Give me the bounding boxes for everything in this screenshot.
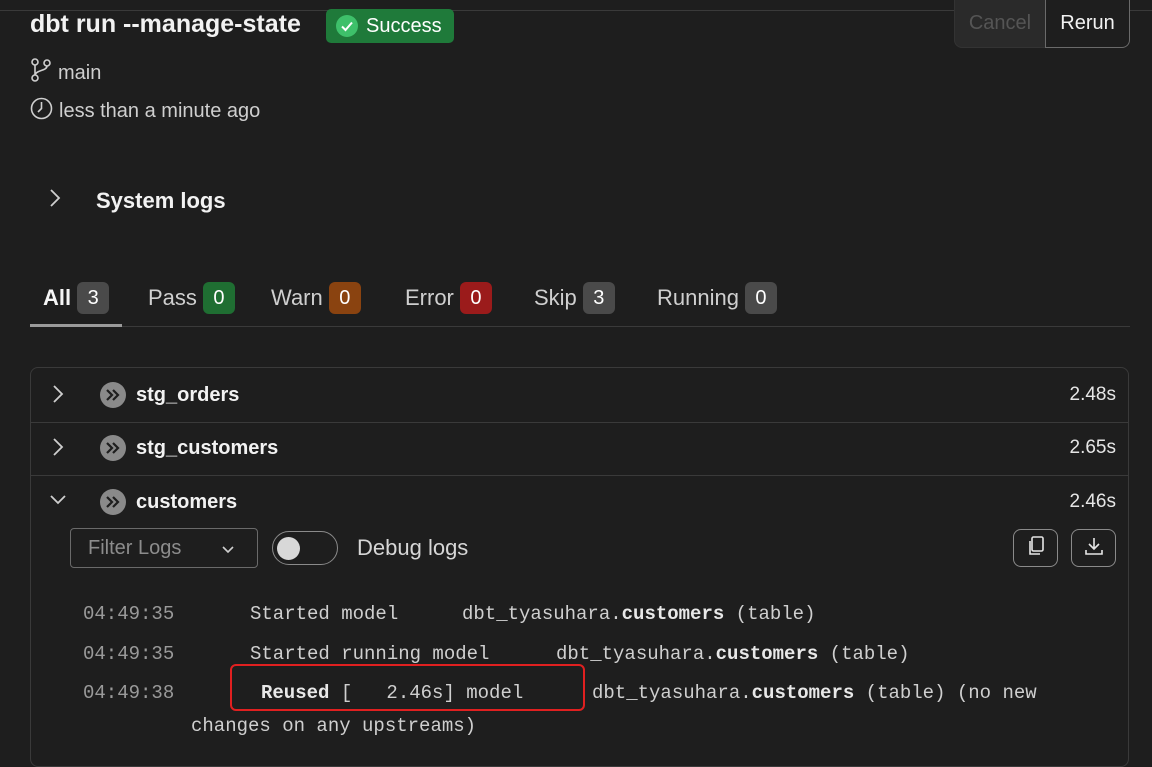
chevron-right-icon (48, 186, 62, 215)
download-icon (1083, 535, 1105, 562)
log-target-prefix: dbt_tyasuhara. (592, 682, 752, 704)
tab-count: 0 (328, 282, 361, 314)
skip-icon (100, 489, 126, 515)
filter-logs-select[interactable]: Filter Logs (70, 528, 258, 568)
copy-logs-button[interactable] (1013, 529, 1058, 567)
log-time: 04:49:35 (83, 603, 175, 625)
model-row-expanded[interactable]: customers 2.46s (31, 475, 1128, 529)
model-duration: 2.48s (1069, 384, 1116, 405)
status-label: Success (366, 14, 442, 37)
model-duration: 2.65s (1069, 437, 1116, 458)
log-time: 04:49:38 (83, 682, 175, 704)
time-info: less than a minute ago (30, 97, 260, 126)
log-continuation: changes on any upstreams) (191, 715, 477, 737)
model-row[interactable]: stg_customers 2.65s (31, 421, 1128, 476)
copy-icon (1026, 535, 1046, 562)
tab-running[interactable]: Running 0 (657, 282, 777, 325)
status-badge: Success (326, 9, 454, 43)
log-suffix: (table) (818, 643, 910, 665)
model-name: stg_orders (136, 384, 240, 406)
status-tabs: All 3 Pass 0 Warn 0 Error 0 Skip 3 Runni… (30, 282, 1130, 327)
skip-icon (100, 382, 126, 408)
tab-label: Pass (148, 285, 197, 310)
filter-logs-placeholder: Filter Logs (88, 536, 182, 559)
model-name: customers (136, 491, 238, 513)
debug-logs-label: Debug logs (357, 535, 469, 560)
cancel-button[interactable]: Cancel (954, 0, 1046, 48)
tab-count: 3 (77, 282, 110, 314)
chevron-right-icon[interactable] (51, 382, 65, 411)
rerun-button[interactable]: Rerun (1045, 0, 1130, 48)
log-target-prefix: dbt_tyasuhara. (462, 603, 622, 625)
toggle-knob (277, 537, 300, 560)
log-suffix: (table) (no new (854, 682, 1037, 704)
log-message: Started model (250, 603, 399, 625)
debug-logs-toggle[interactable] (272, 531, 338, 565)
log-line: 04:49:35 Started model dbt_tyasuhara.custo… (83, 603, 815, 625)
clock-icon (30, 97, 53, 126)
branch-icon (30, 57, 52, 89)
run-title: dbt run --manage-state (30, 10, 301, 38)
log-line: 04:49:38 Reused [ 2.46s] model dbt_tyasuha… (83, 682, 1037, 704)
time-ago: less than a minute ago (59, 100, 261, 122)
log-target-name: customers (715, 643, 819, 665)
tab-count: 0 (202, 282, 235, 314)
tab-label: All (43, 285, 72, 310)
tab-label: Error (405, 285, 454, 310)
chevron-down-icon[interactable] (48, 493, 68, 512)
branch-info: main (30, 57, 101, 89)
tab-skip[interactable]: Skip 3 (534, 282, 615, 325)
tab-pass[interactable]: Pass 0 (148, 282, 235, 325)
check-icon (336, 15, 358, 37)
tab-label: Warn (271, 285, 323, 310)
log-target-name: customers (751, 682, 855, 704)
tab-label: Running (657, 285, 739, 310)
highlight-box (230, 664, 585, 711)
system-logs-label: System logs (96, 187, 226, 213)
skip-icon (100, 435, 126, 461)
log-target-name: customers (621, 603, 725, 625)
tab-count: 0 (744, 282, 777, 314)
tab-count: 0 (459, 282, 492, 314)
log-time: 04:49:35 (83, 643, 175, 665)
branch-name: main (58, 61, 102, 84)
log-target-prefix: dbt_tyasuhara. (556, 643, 716, 665)
tab-all[interactable]: All 3 (30, 282, 122, 327)
download-logs-button[interactable] (1071, 529, 1116, 567)
model-row[interactable]: stg_orders 2.48s (31, 368, 1128, 423)
model-name: stg_customers (136, 437, 279, 459)
tab-error[interactable]: Error 0 (405, 282, 492, 325)
log-line: 04:49:35 Started running model dbt_tyasuha… (83, 643, 909, 665)
tab-count: 3 (582, 282, 615, 314)
log-message: Started running model (250, 643, 490, 665)
log-suffix: (table) (724, 603, 816, 625)
tab-warn[interactable]: Warn 0 (271, 282, 361, 325)
tab-label: Skip (534, 285, 577, 310)
system-logs-toggle[interactable]: System logs (48, 186, 226, 215)
model-duration: 2.46s (1069, 491, 1116, 512)
chevron-right-icon[interactable] (51, 435, 65, 464)
chevron-down-icon (221, 540, 235, 563)
